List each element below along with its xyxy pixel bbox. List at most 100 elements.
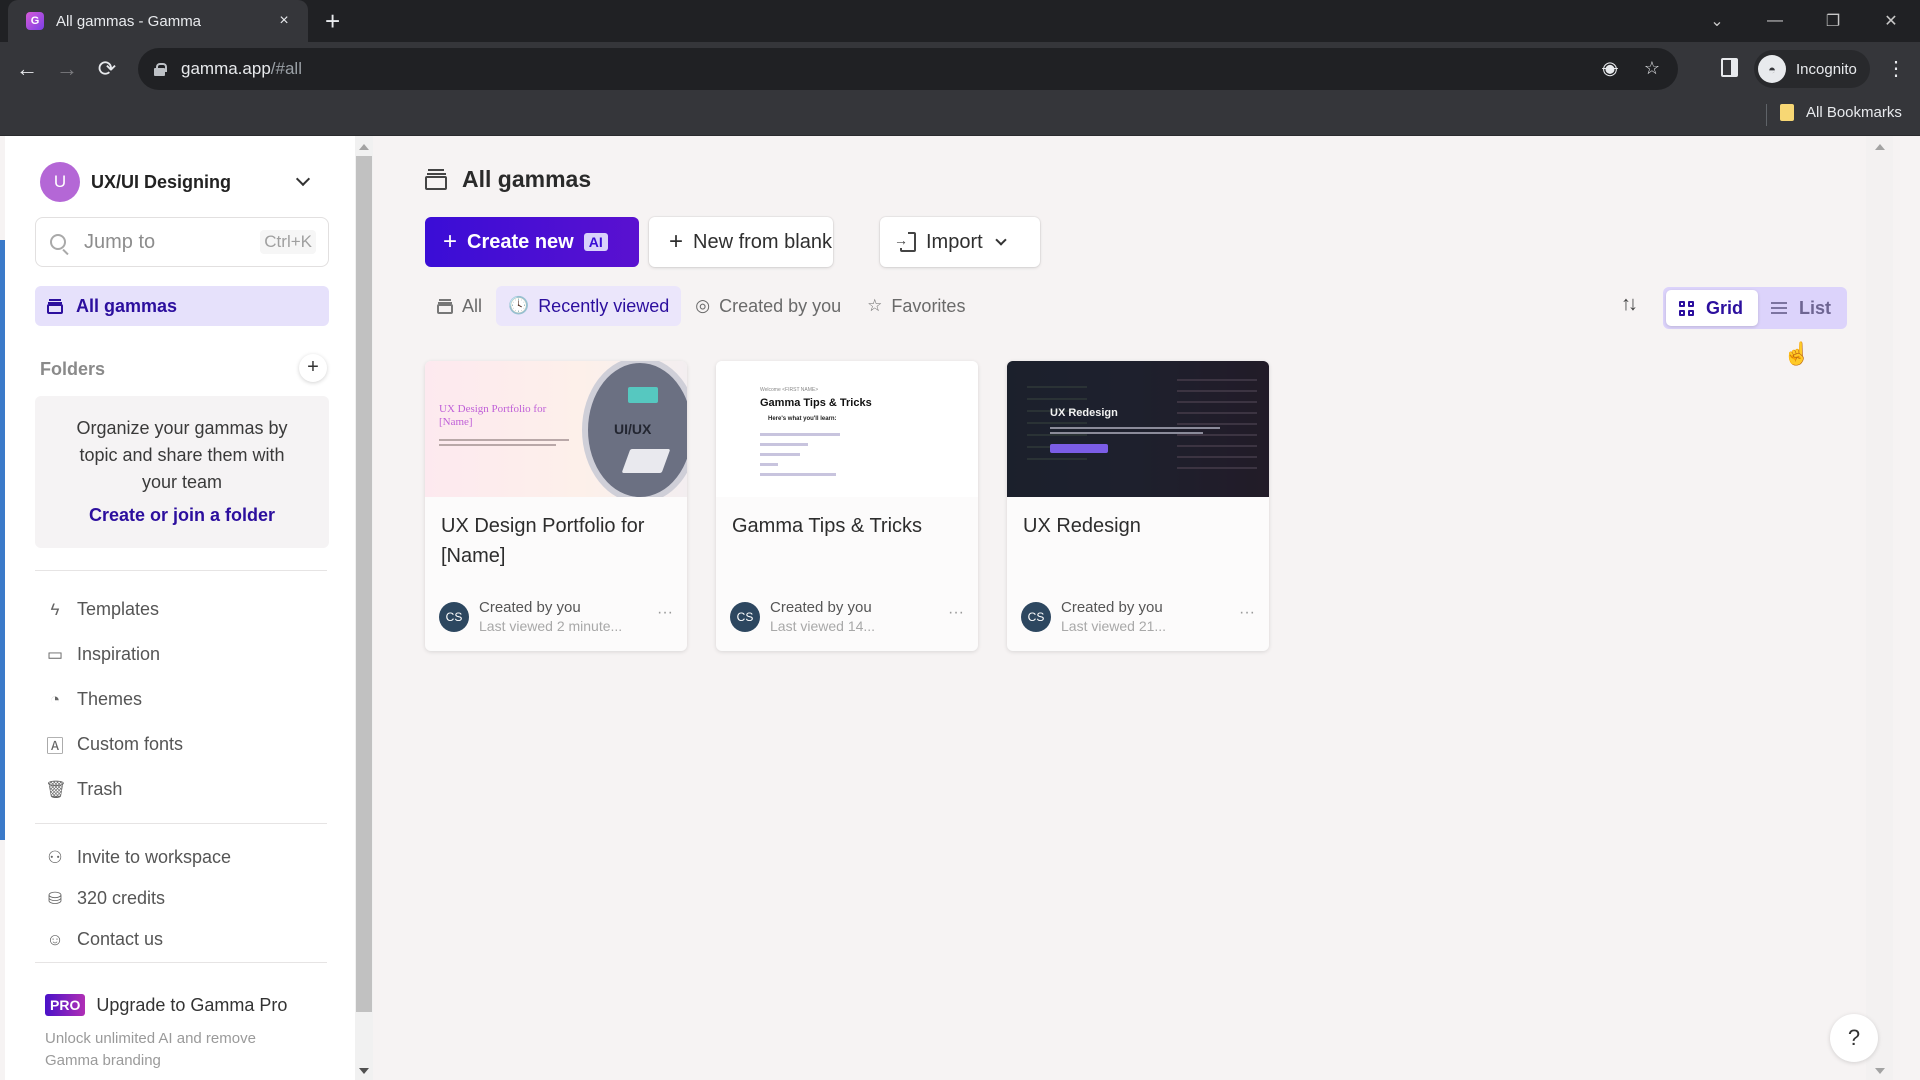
tab-label: Created by you [719,295,842,316]
gamma-card[interactable]: UX Redesign UX Redesign CS Created by yo… [1007,361,1269,651]
sidebar-item-label: Contact us [77,929,164,949]
tab-created-by-you[interactable]: ◎ Created by you [683,286,853,326]
tab-recently-viewed[interactable]: 🕓 Recently viewed [496,286,682,326]
tab-all[interactable]: All [425,286,494,326]
sidebar-item-themes[interactable]: ◔ Themes [45,677,183,722]
clock-icon: 🕓 [508,296,530,315]
sidebar-item-label: Templates [77,599,160,619]
gamma-card[interactable]: Welcome <FIRST NAME> Gamma Tips & Tricks… [716,361,978,651]
last-viewed: Last viewed 21... [1061,618,1167,634]
tab-label: Favorites [891,295,966,316]
new-from-blank-label: New from blank [693,230,832,253]
main-scrollbar[interactable] [1866,136,1893,1080]
address-bar[interactable]: gamma.app/#all ◉ ☆ [138,48,1678,90]
tab-favorites[interactable]: ☆ Favorites [855,286,977,326]
back-icon[interactable]: ← [12,54,42,84]
restore-icon[interactable]: ❐ [1804,11,1862,31]
list-view-button[interactable]: List [1758,290,1844,326]
sidebar-item-templates[interactable]: ϟ Templates [45,587,183,632]
sidebar-item-label: Trash [77,779,123,799]
sidebar-item-custom-fonts[interactable]: 🄰 Custom fonts [45,722,184,767]
upgrade-to-pro-button[interactable]: PRO Upgrade to Gamma Pro [45,994,287,1016]
sort-icon[interactable]: ↑↓ [1621,293,1638,316]
sidebar-divider [35,823,327,824]
bookmarks-divider [1766,104,1767,126]
sidebar-item-label: 320 credits [77,888,166,908]
stack-icon [437,298,453,314]
all-bookmarks-button[interactable]: All Bookmarks [1780,104,1902,121]
create-new-button[interactable]: + Create new AI [425,217,639,267]
avatar: CS [1021,602,1051,632]
incognito-profile-button[interactable]: ◓ Incognito [1754,50,1870,88]
thumbnail-title: Gamma Tips & Tricks [760,397,872,409]
tab-title: All gammas - Gamma [56,12,202,30]
star-icon: ☆ [867,296,883,315]
filter-tabs: All 🕓 Recently viewed ◎ Created by you ☆… [425,286,979,326]
lock-icon[interactable] [154,62,167,76]
help-button[interactable]: ? [1830,1014,1878,1062]
bookmarks-bar: All Bookmarks [0,96,1920,136]
sidebar-item-invite[interactable]: ⚇ Invite to workspace [45,837,231,878]
sidebar-item-label: Themes [77,689,143,709]
sidebar-item-all-gammas[interactable]: All gammas [35,286,329,326]
folders-heading: Folders [40,359,106,379]
side-panel-icon[interactable] [1721,58,1738,77]
thumbnail-text [1050,427,1220,437]
url-path: /#all [270,59,302,78]
sidebar-scrollbar[interactable] [355,136,373,1080]
sidebar-item-contact[interactable]: ☺ Contact us [45,919,231,960]
import-label: Import [926,230,983,253]
scroll-down-arrow[interactable] [1875,1068,1885,1074]
card-title: UX Redesign [1023,515,1141,537]
workspace-switcher[interactable]: U UX/UI Designing [40,162,320,202]
all-bookmarks-label: All Bookmarks [1806,104,1902,121]
jump-to-search[interactable]: Jump to Ctrl+K [35,217,329,267]
plus-icon: + [443,228,458,255]
grid-view-button[interactable]: Grid [1666,290,1758,326]
more-options-icon[interactable]: ··· [946,604,966,622]
add-folder-button[interactable]: + [299,354,327,382]
sidebar-item-inspiration[interactable]: ▭ Inspiration [45,632,183,677]
sidebar-divider [35,570,327,571]
more-options-icon[interactable]: ··· [655,604,675,622]
browser-tab[interactable]: G All gammas - Gamma × [8,0,308,42]
create-join-folder-link[interactable]: Create or join a folder [35,505,329,526]
create-new-label: Create new [467,230,574,253]
scrollbar-thumb[interactable] [356,156,372,1012]
profile-label: Incognito [1796,60,1857,78]
avatar: CS [439,602,469,632]
new-from-blank-button[interactable]: + New from blank [649,217,833,267]
tracking-protection-icon[interactable]: ◉ [1602,58,1618,79]
reload-icon[interactable]: ⟳ [92,54,122,84]
page-title-text: All gammas [462,166,592,192]
gamma-grid: UX Design Portfolio for [Name] UI/UX UX … [425,361,1269,651]
new-tab-button[interactable]: + [325,8,340,34]
chevron-down-icon [295,171,311,187]
url-host: gamma.app [181,59,271,78]
minimize-icon[interactable]: — [1746,12,1804,30]
thumbnail-list [760,433,840,483]
import-button[interactable]: Import [880,217,1040,267]
browser-menu-icon[interactable]: ⋮ [1886,56,1906,81]
thumbnail-subtitle: Here's what you'll learn: [768,416,837,422]
forward-icon[interactable]: → [52,54,82,84]
scroll-up-arrow[interactable] [359,144,369,150]
sidebar-item-trash[interactable]: 🗑 Trash [45,767,183,812]
sidebar-item-label: All gammas [76,295,178,316]
sidebar-item-credits[interactable]: ⛁ 320 credits [45,878,231,919]
close-tab-icon[interactable]: × [274,12,294,30]
bookmark-star-icon[interactable]: ☆ [1644,58,1660,79]
pro-badge: PRO [45,994,86,1016]
tab-search-icon[interactable]: ⌄ [1688,11,1746,31]
thumbnail-illustration: UI/UX [588,363,687,497]
close-window-icon[interactable]: ✕ [1862,11,1920,31]
coins-icon: ⛁ [47,888,63,908]
scroll-up-arrow[interactable] [1875,144,1885,150]
scroll-down-arrow[interactable] [359,1068,369,1074]
more-options-icon[interactable]: ··· [1237,604,1257,622]
book-open-icon: ▭ [46,644,64,664]
thumbnail-title: UX Redesign [1050,407,1118,419]
stack-icon [47,298,63,314]
tab-label: Recently viewed [538,295,670,316]
gamma-card[interactable]: UX Design Portfolio for [Name] UI/UX UX … [425,361,687,651]
